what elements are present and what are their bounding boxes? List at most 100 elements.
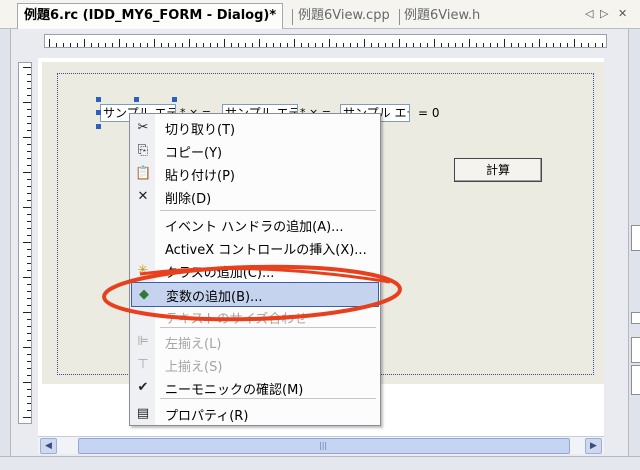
menu-item-label: 上揃え(S) <box>165 360 223 375</box>
menu-icon-blank <box>135 217 151 233</box>
menu-item-label: 切り取り(T) <box>165 123 236 138</box>
ruler-tick <box>23 382 31 383</box>
tab-separator <box>399 9 400 25</box>
ruler-tick <box>259 39 260 47</box>
ruler-tick <box>581 43 582 47</box>
tab-next-icon[interactable]: ▷ <box>600 7 608 20</box>
align-top-icon: ⊤ <box>137 357 149 372</box>
ruler-tick <box>27 116 31 117</box>
ruler-tick <box>252 43 253 47</box>
check-mnemonic-icon: ✔ <box>137 380 149 395</box>
scroll-left-icon[interactable]: ◀ <box>40 438 57 454</box>
ruler-tick <box>23 347 31 348</box>
calculate-button[interactable]: 計算 <box>454 158 542 182</box>
selection-handle[interactable] <box>96 124 101 129</box>
tab-view-h[interactable]: 例題6View.h <box>404 4 480 28</box>
ruler-tick <box>560 43 561 47</box>
ruler-tick <box>441 43 442 47</box>
ruler-tick <box>27 249 31 250</box>
ruler-tick <box>27 228 31 229</box>
properties-icon: ▤ <box>136 406 150 421</box>
menu-item[interactable]: ✔ ニーモニックの確認(M) <box>131 376 379 399</box>
menu-separator <box>160 210 376 211</box>
ruler-tick <box>23 172 31 173</box>
ruler-tick <box>27 235 31 236</box>
ruler-tick <box>161 43 162 47</box>
ruler-tick <box>77 43 78 47</box>
side-panel-widget[interactable] <box>631 365 640 395</box>
ruler-tick <box>434 39 435 47</box>
selection-handle[interactable] <box>172 97 177 102</box>
ruler-tick <box>539 39 540 47</box>
ruler-tick <box>462 43 463 47</box>
ruler-tick <box>27 123 31 124</box>
menu-item[interactable]: 📋 貼り付け(P) <box>131 162 379 185</box>
ruler-tick <box>140 43 141 47</box>
scroll-thumb[interactable]: ||| <box>78 438 570 454</box>
ruler-tick <box>371 43 372 47</box>
menu-item[interactable]: ▤ プロパティ(R) <box>131 402 379 425</box>
ruler-tick <box>56 43 57 47</box>
ruler-tick <box>224 39 225 47</box>
ruler-tick <box>23 102 31 103</box>
ruler-tick <box>27 151 31 152</box>
ruler-tick <box>378 43 379 47</box>
menu-item[interactable]: ActiveX コントロールの挿入(X)... <box>131 236 379 259</box>
side-panel-widget[interactable] <box>631 312 640 324</box>
ruler-tick <box>455 43 456 47</box>
ruler-tick <box>133 43 134 47</box>
ruler-tick <box>27 403 31 404</box>
tab-rc-dialog[interactable]: 例題6.rc (IDD_MY6_FORM - Dialog)* <box>17 3 284 29</box>
ruler-tick <box>217 43 218 47</box>
ruler-tick <box>27 186 31 187</box>
ruler-tick <box>504 39 505 47</box>
tab-separator <box>292 9 293 25</box>
red-ellipse-annotation <box>102 264 402 322</box>
menu-item[interactable]: イベント ハンドラの追加(A)... <box>131 213 379 236</box>
menu-item: ⊤ 上揃え(S) <box>131 353 379 376</box>
ruler-tick <box>126 43 127 47</box>
horizontal-scrollbar[interactable]: ◀ ||| ▶ <box>38 436 604 454</box>
ruler-tick <box>483 43 484 47</box>
ruler-tick <box>245 43 246 47</box>
ruler-tick <box>399 39 400 47</box>
ruler-tick <box>27 214 31 215</box>
ruler-tick <box>273 43 274 47</box>
menu-item[interactable]: ✕ 削除(D) <box>131 185 379 208</box>
ruler-tick <box>63 43 64 47</box>
selection-handle[interactable] <box>96 110 101 115</box>
right-side-panel <box>628 29 640 469</box>
ruler-tick <box>294 39 295 47</box>
menu-item[interactable]: ⎘ コピー(Y) <box>131 139 379 162</box>
tab-view-cpp[interactable]: 例題6View.cpp <box>298 4 390 28</box>
ruler-tick <box>23 242 31 243</box>
ruler-tick <box>27 109 31 110</box>
side-panel-widget[interactable] <box>631 225 640 251</box>
paste-icon: 📋 <box>135 166 152 181</box>
side-panel-widget[interactable] <box>631 337 640 363</box>
selection-handle[interactable] <box>134 97 139 102</box>
ruler-tick <box>105 43 106 47</box>
menu-item-label: 削除(D) <box>165 192 212 207</box>
ruler-tick <box>23 137 31 138</box>
selection-handle[interactable] <box>96 97 101 102</box>
vertical-ruler[interactable] <box>18 62 32 424</box>
tab-prev-icon[interactable]: ◁ <box>585 7 593 20</box>
status-bar <box>0 456 640 470</box>
ruler-tick <box>27 179 31 180</box>
ruler-tick <box>27 361 31 362</box>
ruler-tick <box>343 43 344 47</box>
scroll-right-icon[interactable]: ▶ <box>585 438 602 454</box>
menu-item-label: イベント ハンドラの追加(A)... <box>165 220 344 235</box>
ruler-tick <box>98 43 99 47</box>
horizontal-ruler[interactable] <box>44 34 607 48</box>
ruler-tick <box>469 39 470 47</box>
close-icon[interactable]: ✕ <box>618 7 627 20</box>
ruler-tick <box>315 43 316 47</box>
document-tab-strip: 例題6.rc (IDD_MY6_FORM - Dialog)* 例題6View.… <box>0 0 640 29</box>
ruler-tick <box>27 81 31 82</box>
ruler-tick <box>567 43 568 47</box>
ruler-tick <box>27 389 31 390</box>
ruler-tick <box>27 200 31 201</box>
menu-item[interactable]: ✂ 切り取り(T) <box>131 116 379 139</box>
